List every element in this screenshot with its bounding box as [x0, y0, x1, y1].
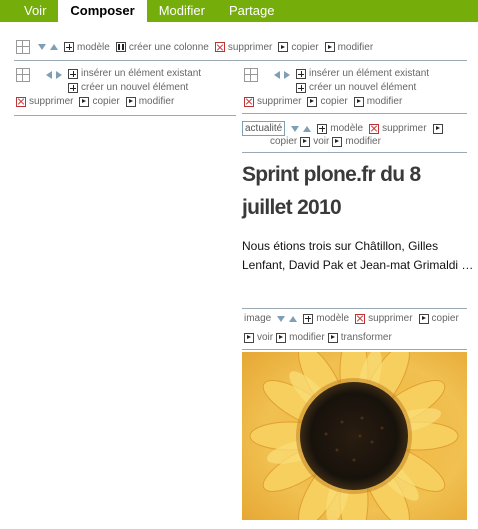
left-copy-button[interactable]: copier [79, 96, 120, 107]
right-insert-existing-button[interactable]: insérer un élément existant [296, 67, 429, 81]
plus-icon [64, 42, 74, 52]
plus-icon [317, 123, 328, 134]
news-item-toolbar-2: copier voir modifier [270, 136, 387, 147]
news-type-label[interactable]: actualité [242, 121, 286, 136]
left-column-divider [14, 115, 236, 116]
plus-icon [296, 83, 306, 93]
composer-tab-bar: Voir Composer Modifier Partage [0, 0, 478, 22]
layout-modify-button[interactable]: modifier [324, 42, 373, 53]
link-arrow-icon [327, 332, 338, 343]
arrow-down-icon[interactable] [38, 44, 46, 50]
link-arrow-icon [244, 332, 254, 343]
arrow-right-icon[interactable] [56, 71, 62, 79]
tab-voir[interactable]: Voir [0, 0, 58, 22]
arrow-left-icon[interactable] [46, 71, 52, 79]
left-create-new-button[interactable]: créer un nouvel élément [68, 81, 201, 95]
link-arrow-icon [125, 96, 136, 107]
link-arrow-icon [300, 136, 311, 147]
arrow-up-icon[interactable] [303, 125, 312, 132]
news-copy-arrow[interactable] [432, 123, 446, 134]
image-transform-button[interactable]: transformer [327, 332, 392, 343]
delete-icon [244, 96, 254, 107]
news-view-button[interactable]: voir [300, 136, 329, 147]
left-column-toolbar: insérer un élément existant créer un nou… [16, 67, 207, 95]
right-modify-button[interactable]: modifier [353, 96, 402, 107]
image-copy-button[interactable]: copier [418, 313, 459, 324]
right-delete-button[interactable]: supprimer [244, 96, 301, 107]
news-modify-button[interactable]: modifier [332, 136, 381, 147]
link-arrow-icon [79, 96, 90, 107]
delete-icon [355, 313, 366, 324]
image-model-button[interactable]: modèle [303, 313, 349, 324]
grid-icon[interactable] [16, 40, 30, 54]
link-arrow-icon [332, 136, 343, 147]
left-delete-button[interactable]: supprimer [16, 96, 73, 107]
arrow-up-icon[interactable] [50, 44, 58, 50]
image-view-button[interactable]: voir [244, 332, 273, 343]
link-arrow-icon [276, 332, 287, 343]
tab-modifier[interactable]: Modifier [147, 0, 217, 22]
plus-icon [296, 69, 306, 79]
image-type-label[interactable]: image [244, 313, 271, 324]
sunflower-photo[interactable] [242, 352, 467, 520]
delete-icon [214, 42, 225, 52]
link-arrow-icon [418, 313, 429, 324]
plus-icon [303, 313, 314, 324]
plus-icon [68, 69, 78, 79]
news-description: Nous étions trois sur Châtillon, Gilles … [242, 239, 474, 272]
left-insert-existing-button[interactable]: insérer un élément existant [68, 67, 201, 81]
link-arrow-icon [307, 96, 318, 107]
right-column-toolbar: insérer un élément existant créer un nou… [244, 67, 435, 95]
image-delete-button[interactable]: supprimer [355, 313, 413, 324]
image-modify-button[interactable]: modifier [276, 332, 325, 343]
tab-partage[interactable]: Partage [217, 0, 287, 22]
column-icon [115, 42, 126, 52]
right-create-new-button[interactable]: créer un nouvel élément [296, 81, 429, 95]
delete-icon [16, 96, 26, 107]
image-divider-bottom [242, 349, 467, 350]
left-modify-button[interactable]: modifier [125, 96, 174, 107]
arrow-left-icon[interactable] [274, 71, 280, 79]
plus-icon [68, 83, 78, 93]
link-arrow-icon [324, 42, 335, 52]
delete-icon [369, 123, 380, 134]
layout-model-button[interactable]: modèle [64, 42, 110, 53]
layout-copy-button[interactable]: copier [278, 42, 319, 53]
right-column-divider [242, 113, 467, 114]
image-item-toolbar: image modèle supprimer copier [244, 313, 465, 324]
link-arrow-icon [278, 42, 289, 52]
grid-icon[interactable] [16, 68, 30, 82]
link-arrow-icon [353, 96, 364, 107]
toolbar-divider [14, 60, 467, 61]
tab-composer[interactable]: Composer [58, 0, 147, 22]
arrow-down-icon[interactable] [277, 315, 286, 322]
news-item-toolbar: actualité modèle supprimer [242, 121, 446, 136]
image-divider-top [242, 308, 467, 309]
grid-icon[interactable] [244, 68, 258, 82]
layout-delete-button[interactable]: supprimer [214, 42, 272, 53]
right-copy-button[interactable]: copier [307, 96, 348, 107]
create-column-button[interactable]: créer une colonne [115, 42, 209, 53]
news-divider [242, 152, 467, 153]
arrow-up-icon[interactable] [289, 315, 298, 322]
layout-toolbar: modèle créer une colonne supprimer copie… [16, 40, 379, 54]
arrow-right-icon[interactable] [284, 71, 290, 79]
left-column-actions: supprimer copier modifier [16, 96, 180, 107]
arrow-down-icon[interactable] [291, 125, 300, 132]
image-item-toolbar-2: voir modifier transformer [244, 332, 398, 343]
news-delete-button[interactable]: supprimer [369, 123, 427, 134]
link-arrow-icon [432, 123, 443, 134]
news-model-button[interactable]: modèle [317, 123, 363, 134]
news-title[interactable]: Sprint plone.fr du 8 juillet 2010 [242, 158, 472, 224]
right-column-actions: supprimer copier modifier [244, 96, 408, 107]
news-copy-button[interactable]: copier [270, 136, 297, 147]
